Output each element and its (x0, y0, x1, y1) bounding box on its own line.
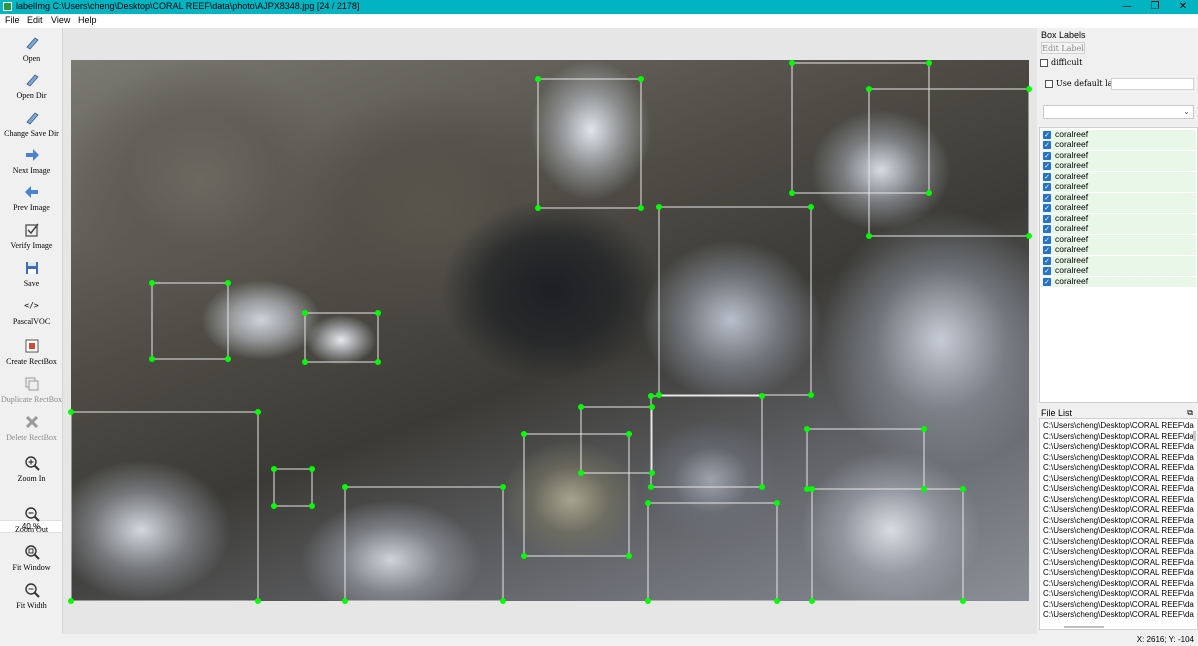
label-combo-box[interactable]: ⌄ (1043, 105, 1194, 119)
bounding-box[interactable] (811, 488, 964, 602)
checkbox-checked-icon[interactable]: ✓ (1043, 173, 1051, 181)
file-list-item[interactable]: C:\Users\cheng\Desktop\CORAL REEF\da (1043, 600, 1194, 609)
bounding-box[interactable] (806, 428, 925, 490)
file-list-item[interactable]: C:\Users\cheng\Desktop\CORAL REEF\da (1043, 516, 1194, 525)
checkbox-checked-icon[interactable]: ✓ (1043, 236, 1051, 244)
file-list-item[interactable]: C:\Users\cheng\Desktop\CORAL REEF\da (1043, 589, 1194, 598)
checkbox-checked-icon[interactable]: ✓ (1043, 152, 1051, 160)
label-list-item[interactable]: ✓ coralreef (1042, 160, 1196, 171)
checkbox-checked-icon[interactable]: ✓ (1043, 194, 1051, 202)
bounding-box[interactable] (304, 312, 379, 363)
file-list-item[interactable]: C:\Users\cheng\Desktop\CORAL REEF\da (1043, 610, 1194, 619)
annotation-boxes-overlay[interactable] (0, 0, 1198, 646)
file-list-item[interactable]: C:\Users\cheng\Desktop\CORAL REEF\da (1043, 432, 1194, 441)
file-list-item[interactable]: C:\Users\cheng\Desktop\CORAL REEF\da (1043, 568, 1194, 577)
file-list-item[interactable]: C:\Users\cheng\Desktop\CORAL REEF\da (1043, 547, 1194, 556)
bounding-box[interactable] (791, 62, 930, 194)
box-vertices[interactable] (68, 60, 1032, 604)
vertical-scrollbar[interactable] (1193, 431, 1196, 441)
checkbox-checked-icon[interactable]: ✓ (1043, 162, 1051, 170)
cursor-coordinates: X: 2616; Y: -104 (1136, 635, 1194, 644)
checkbox-checked-icon[interactable]: ✓ (1043, 141, 1051, 149)
horizontal-scrollbar[interactable] (1064, 626, 1104, 628)
checkbox-checked-icon[interactable]: ✓ (1043, 267, 1051, 275)
checkbox-checked-icon[interactable]: ✓ (1043, 278, 1051, 286)
file-list-item[interactable]: C:\Users\cheng\Desktop\CORAL REEF\da (1043, 558, 1194, 567)
bounding-box[interactable] (658, 206, 812, 396)
label-list-item[interactable]: ✓ coralreef (1042, 202, 1196, 213)
bounding-box[interactable] (868, 88, 1030, 237)
file-list-item[interactable]: C:\Users\cheng\Desktop\CORAL REEF\da (1043, 537, 1194, 546)
file-list-item[interactable]: C:\Users\cheng\Desktop\CORAL REEF\da (1043, 579, 1194, 588)
file-list-item[interactable]: C:\Users\cheng\Desktop\CORAL REEF\da (1043, 442, 1194, 451)
bounding-box[interactable] (650, 395, 763, 488)
float-dock-icon[interactable]: ⧉ (1187, 408, 1193, 418)
file-list-item[interactable]: C:\Users\cheng\Desktop\CORAL REEF\da (1043, 484, 1194, 493)
edit-label-button[interactable]: Edit Label (1041, 42, 1085, 54)
difficult-label: difficult (1051, 58, 1083, 67)
file-list[interactable]: C:\Users\cheng\Desktop\CORAL REEF\da C:\… (1039, 418, 1198, 630)
file-list-item[interactable]: C:\Users\cheng\Desktop\CORAL REEF\da (1043, 463, 1194, 472)
default-label-input[interactable] (1111, 78, 1194, 90)
box-labels-title: Box Labels (1041, 30, 1086, 40)
label-list-item[interactable]: ✓ coralreef (1042, 276, 1196, 287)
checkbox-checked-icon[interactable]: ✓ (1043, 257, 1051, 265)
label-list-item[interactable]: ✓ coralreef (1042, 139, 1196, 150)
bounding-box[interactable] (523, 433, 630, 557)
bounding-box[interactable] (647, 502, 778, 602)
status-bar: X: 2616; Y: -104 (0, 634, 1198, 646)
difficult-checkbox[interactable] (1040, 59, 1048, 67)
use-default-label-checkbox[interactable] (1045, 80, 1053, 88)
file-list-item[interactable]: C:\Users\cheng\Desktop\CORAL REEF\da (1043, 421, 1194, 430)
bounding-box[interactable] (537, 78, 642, 209)
checkbox-checked-icon[interactable]: ✓ (1043, 204, 1051, 212)
file-list-item[interactable]: C:\Users\cheng\Desktop\CORAL REEF\da (1043, 505, 1194, 514)
label-list-item[interactable]: ✓ coralreef (1042, 223, 1196, 234)
bounding-box[interactable] (344, 486, 504, 602)
checkbox-checked-icon[interactable]: ✓ (1043, 183, 1051, 191)
bounding-boxes[interactable] (70, 62, 1030, 602)
checkbox-checked-icon[interactable]: ✓ (1043, 246, 1051, 254)
bounding-box[interactable] (70, 411, 259, 602)
chevron-down-icon: ⌄ (1183, 107, 1190, 116)
label-list-item[interactable]: ✓ coralreef (1042, 181, 1196, 192)
file-list-item[interactable]: C:\Users\cheng\Desktop\CORAL REEF\da (1043, 526, 1194, 535)
file-list-item[interactable]: C:\Users\cheng\Desktop\CORAL REEF\da (1043, 453, 1194, 462)
label-list-item[interactable]: ✓ coralreef (1042, 265, 1196, 276)
label-list[interactable]: ✓ coralreef ✓ coralreef ✓ coralreef ✓ coralr… (1039, 127, 1198, 403)
checkbox-checked-icon[interactable]: ✓ (1043, 131, 1051, 139)
bounding-box[interactable] (151, 282, 229, 360)
file-list-item[interactable]: C:\Users\cheng\Desktop\CORAL REEF\da (1043, 495, 1194, 504)
file-list-title: File List (1041, 408, 1073, 418)
bounding-box[interactable] (580, 406, 653, 474)
bounding-box[interactable] (273, 468, 313, 507)
label-list-item[interactable]: ✓ coralreef (1042, 244, 1196, 255)
file-list-item[interactable]: C:\Users\cheng\Desktop\CORAL REEF\da (1043, 474, 1194, 483)
checkbox-checked-icon[interactable]: ✓ (1043, 215, 1051, 223)
edit-label-text: Edit Label (1042, 44, 1084, 53)
checkbox-checked-icon[interactable]: ✓ (1043, 225, 1051, 233)
